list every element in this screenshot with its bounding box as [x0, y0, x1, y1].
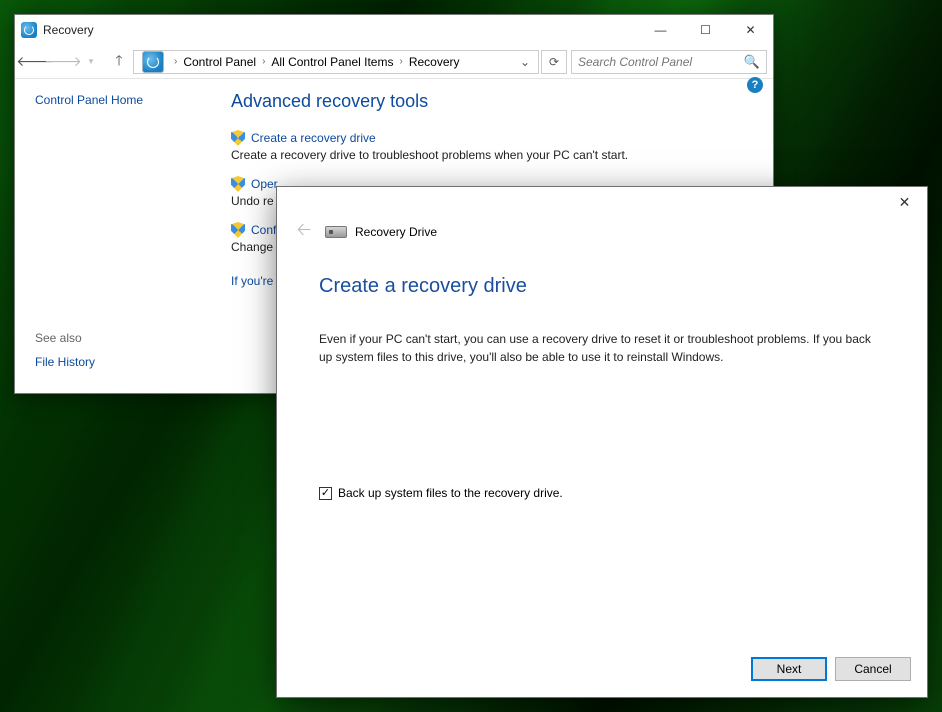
recovery-icon [21, 22, 37, 38]
dialog-back-button[interactable]: 🡠 [293, 221, 315, 243]
backup-checkbox[interactable]: ✓ [319, 487, 332, 500]
drive-icon [325, 226, 347, 238]
backup-checkbox-row[interactable]: ✓ Back up system files to the recovery d… [319, 486, 885, 500]
troubleshoot-link[interactable]: If you're [231, 274, 273, 288]
dialog-footer: Next Cancel [751, 657, 911, 681]
control-panel-home-link[interactable]: Control Panel Home [35, 93, 143, 107]
sidebar: Control Panel Home See also File History [15, 79, 225, 393]
file-history-link[interactable]: File History [35, 355, 95, 369]
dialog-close-button[interactable]: ✕ [882, 187, 927, 217]
chevron-right-icon: › [262, 56, 265, 67]
address-icon [142, 51, 164, 73]
help-icon[interactable]: ? [747, 77, 763, 93]
tool-description: Create a recovery drive to troubleshoot … [231, 148, 749, 162]
configure-system-restore-link[interactable]: Conf [251, 223, 276, 237]
backup-checkbox-label: Back up system files to the recovery dri… [338, 486, 563, 500]
next-button[interactable]: Next [751, 657, 827, 681]
see-also-section: See also File History [35, 331, 95, 369]
nav-forward-button[interactable]: 🡒 [51, 50, 75, 74]
see-also-heading: See also [35, 331, 95, 345]
breadcrumb-item[interactable]: All Control Panel Items [271, 55, 393, 69]
address-bar[interactable]: › Control Panel › All Control Panel Item… [133, 50, 539, 74]
shield-icon [231, 222, 245, 238]
chevron-right-icon: › [174, 56, 177, 67]
dialog-header: 🡠 Recovery Drive [277, 217, 927, 243]
refresh-button[interactable]: ⟳ [541, 50, 567, 74]
close-button[interactable]: ✕ [728, 15, 773, 45]
chevron-right-icon: › [399, 56, 402, 67]
page-heading: Advanced recovery tools [231, 91, 749, 112]
recovery-drive-dialog: ✕ 🡠 Recovery Drive Create a recovery dri… [276, 186, 928, 698]
search-icon[interactable]: 🔍 [744, 54, 760, 70]
shield-icon [231, 176, 245, 192]
breadcrumb-item[interactable]: Recovery [409, 55, 460, 69]
dialog-body-text: Even if your PC can't start, you can use… [319, 330, 885, 366]
cancel-button[interactable]: Cancel [835, 657, 911, 681]
navigation-bar: 🡐 🡒 ▾ 🡑 › Control Panel › All Control Pa… [15, 45, 773, 79]
maximize-button[interactable]: ☐ [683, 15, 728, 45]
minimize-button[interactable]: — [638, 15, 683, 45]
dialog-titlebar[interactable]: ✕ [277, 187, 927, 217]
create-recovery-drive-link[interactable]: Create a recovery drive [251, 131, 376, 145]
search-box[interactable]: 🔍 [571, 50, 767, 74]
address-dropdown[interactable]: ⌄ [516, 55, 534, 69]
nav-recent-dropdown[interactable]: ▾ [79, 50, 103, 74]
window-title: Recovery [43, 23, 94, 37]
tool-item: Create a recovery drive Create a recover… [231, 130, 749, 162]
open-system-restore-link[interactable]: Oper [251, 177, 278, 191]
dialog-heading: Create a recovery drive [319, 275, 885, 298]
search-input[interactable] [578, 55, 744, 69]
shield-icon [231, 130, 245, 146]
nav-up-button[interactable]: 🡑 [107, 50, 131, 74]
titlebar[interactable]: Recovery — ☐ ✕ [15, 15, 773, 45]
dialog-title: Recovery Drive [355, 225, 437, 239]
breadcrumb-item[interactable]: Control Panel [183, 55, 256, 69]
